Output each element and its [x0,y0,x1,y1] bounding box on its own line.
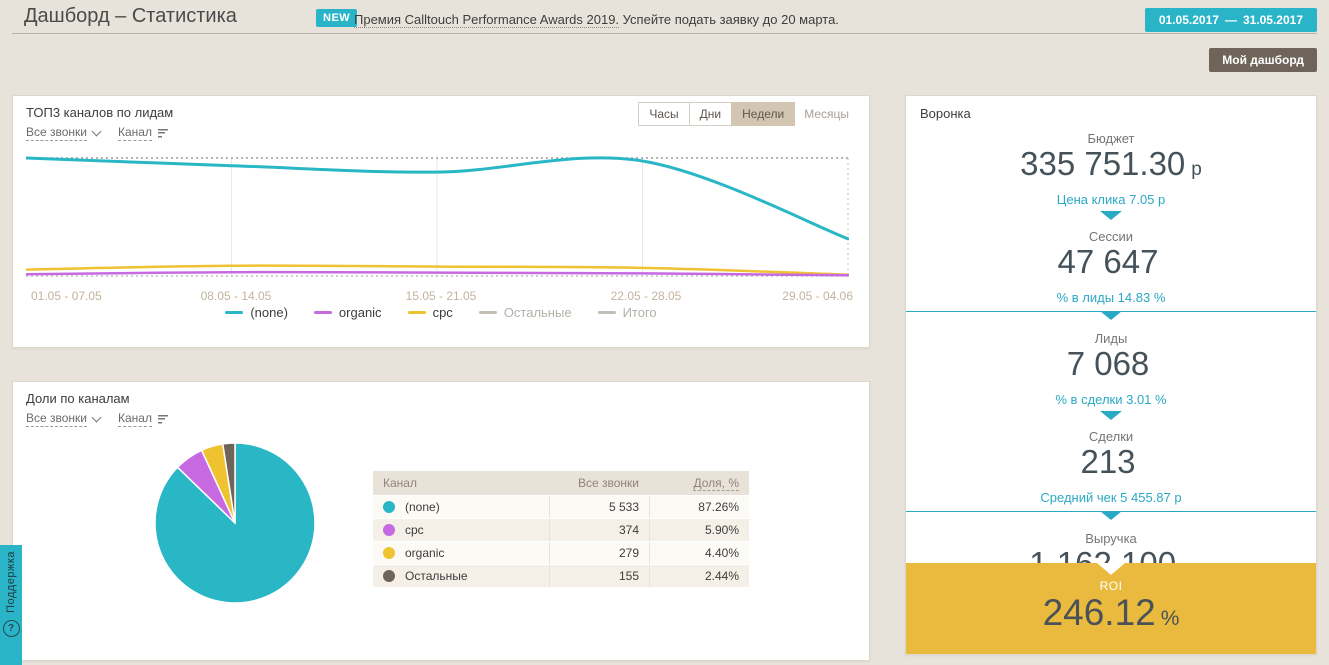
promo-rest: Успейте подать заявку до 20 марта. [619,12,839,27]
sort-icon [158,415,168,424]
page-title: Дашборд – Статистика [24,5,237,28]
table-header-row: Канал Все звонки Доля, % [373,471,749,495]
channel-filter[interactable]: Канал [118,411,168,427]
table-row: Остальные 155 2.44% [373,564,749,587]
funnel-step-sessions: Сессии 47 647 [906,229,1316,281]
arrow-down-icon [1100,511,1122,520]
x-tick: 29.05 - 04.06 [782,289,853,303]
roi-value: 246.12% [906,593,1316,634]
channel-color-dot [383,570,395,582]
series-color-dash [225,311,243,314]
funnel-connector-leads-pct: % в лиды 14.83 % [906,290,1316,322]
channels-pie-chart [152,440,318,606]
chevron-down-icon [92,127,102,137]
promo-link[interactable]: Премия Calltouch Performance Awards 2019… [354,12,619,28]
leads-panel-title: ТОП3 каналов по лидам [26,105,173,120]
my-dashboard-button[interactable]: Мой дашборд [1209,48,1317,72]
channel-color-dot [383,501,395,513]
x-tick: 15.05 - 21.05 [406,289,477,303]
support-tab-label: Поддержка [5,551,17,613]
funnel-step-deals: Сделки 213 [906,429,1316,481]
divider-arrow [906,311,1316,322]
tab-days[interactable]: Дни [689,102,732,126]
period-tabs: Часы Дни Недели Месяцы [639,102,859,126]
leads-panel: ТОП3 каналов по лидам Все звонки Канал Ч… [12,95,870,348]
x-tick: 08.05 - 14.05 [201,289,272,303]
legend-item-cpc[interactable]: cpc [408,305,453,320]
series-color-dash [598,311,616,314]
funnel-panel-title: Воронка [920,106,971,121]
tab-weeks[interactable]: Недели [731,102,795,126]
roi-label: ROI [906,579,1316,593]
date-range-button[interactable]: 01.05.2017 — 31.05.2017 [1145,8,1317,32]
series-color-dash [479,311,497,314]
date-from: 01.05.2017 [1159,13,1219,27]
calls-filter-dropdown[interactable]: Все звонки [26,125,100,141]
date-to: 31.05.2017 [1243,13,1303,27]
series-color-dash [408,311,426,314]
leads-filters: Все звонки Канал [26,125,168,141]
table-row: organic 279 4.40% [373,541,749,564]
tab-months[interactable]: Месяцы [794,103,859,125]
new-badge: NEW [316,9,357,27]
funnel-body: Бюджет 335 751.30р Цена клика 7.05 р Сес… [906,122,1316,583]
channel-color-dot [383,524,395,536]
support-tab[interactable]: Поддержка ? [0,545,22,665]
channels-table: Канал Все звонки Доля, % (none) 5 533 87… [373,471,749,587]
channel-filter[interactable]: Канал [118,125,168,141]
divider-arrow [906,511,1316,522]
legend-item-total[interactable]: Итого [598,305,657,320]
header-share[interactable]: Доля, % [649,476,749,490]
series-color-dash [314,311,332,314]
funnel-step-leads: Лиды 7 068 [906,331,1316,383]
legend-item-organic[interactable]: organic [314,305,382,320]
x-tick: 01.05 - 07.05 [31,289,102,303]
arrow-down-icon [1100,211,1122,220]
roi-block: ROI 246.12% [906,563,1316,654]
header-calls: Все звонки [549,476,649,490]
date-separator: — [1225,13,1237,27]
shares-panel-title: Доли по каналам [26,391,130,406]
notch-triangle [1097,563,1125,575]
legend-item-others[interactable]: Остальные [479,305,572,320]
funnel-panel: Воронка Бюджет 335 751.30р Цена клика 7.… [905,95,1317,655]
funnel-connector-avg-check: Средний чек 5 455.87 р [906,490,1316,522]
help-icon[interactable]: ? [3,620,20,637]
funnel-step-budget: Бюджет 335 751.30р [906,131,1316,183]
leads-line-chart [26,151,849,283]
shares-panel: Доли по каналам Все звонки Канал Канал В… [12,381,870,661]
header-divider [12,33,1317,34]
arrow-down-icon [1100,311,1122,320]
arrow-down-icon [1100,411,1122,420]
chart-legend: (none) organic cpc Остальные Итого [13,305,869,320]
table-row: cpc 374 5.90% [373,518,749,541]
funnel-connector-cpc: Цена клика 7.05 р [906,192,1316,220]
funnel-connector-deals-pct: % в сделки 3.01 % [906,392,1316,420]
header-channel: Канал [373,476,549,490]
tab-hours[interactable]: Часы [638,102,689,126]
legend-item-none[interactable]: (none) [225,305,288,320]
table-rows: (none) 5 533 87.26% cpc 374 5.90% organi… [373,495,749,587]
channel-color-dot [383,547,395,559]
calls-filter-dropdown[interactable]: Все звонки [26,411,100,427]
table-row: (none) 5 533 87.26% [373,495,749,518]
x-tick: 22.05 - 28.05 [611,289,682,303]
chevron-down-icon [92,413,102,423]
sort-icon [158,129,168,138]
shares-filters: Все звонки Канал [26,411,168,427]
promo-banner: Премия Calltouch Performance Awards 2019… [354,12,839,27]
